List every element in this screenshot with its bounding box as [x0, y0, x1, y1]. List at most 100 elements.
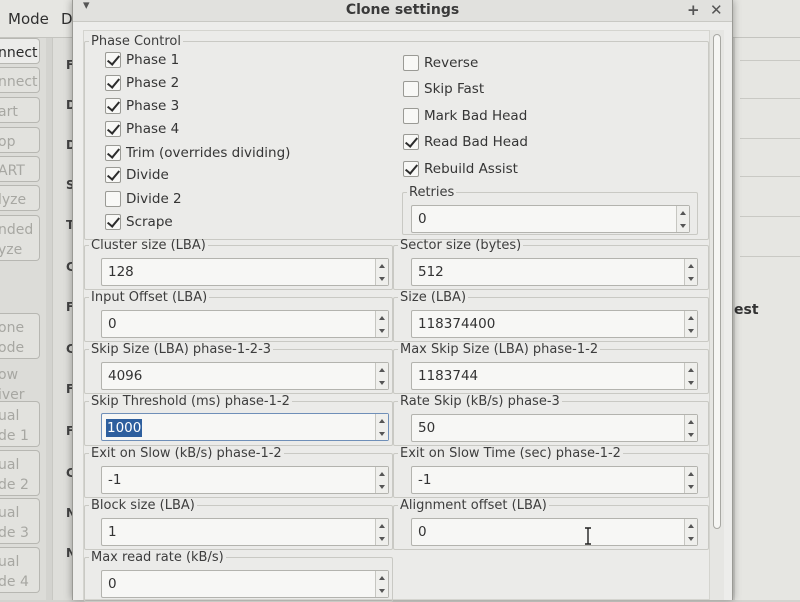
input-offset-input[interactable] [102, 311, 374, 337]
spin-down-button[interactable] [376, 376, 388, 389]
checkbox-box[interactable] [105, 75, 121, 91]
checkbox-box[interactable] [105, 98, 121, 114]
spin-up-button[interactable] [685, 363, 697, 376]
spin-down-button[interactable] [685, 532, 697, 545]
spin-down-button[interactable] [376, 272, 388, 285]
spin-up-button[interactable] [685, 519, 697, 532]
checkbox-box[interactable] [105, 214, 121, 230]
retries-spinbox[interactable] [411, 205, 690, 233]
size-spinbox[interactable] [411, 310, 698, 338]
extended-analyze-button[interactable]: nded yze [0, 215, 40, 261]
disconnect-button[interactable]: nnect [0, 67, 40, 93]
plus-icon[interactable]: + [687, 1, 700, 19]
spin-down-button[interactable] [685, 272, 697, 285]
mark-bad-head-checkbox[interactable]: Mark Bad Head [403, 106, 527, 126]
scrape-checkbox[interactable]: Scrape [105, 212, 173, 232]
dual-mode-2-button[interactable]: ual de 2 [0, 450, 40, 496]
skip-fast-checkbox[interactable]: Skip Fast [403, 79, 484, 99]
max-skip-size-input[interactable] [412, 363, 683, 389]
spin-up-button[interactable] [685, 415, 697, 428]
dual-mode-4-button[interactable]: ual de 4 [0, 547, 40, 593]
checkbox-box[interactable] [403, 161, 419, 177]
restart-button[interactable]: ART [0, 156, 40, 182]
spin-down-button[interactable] [376, 532, 388, 545]
block-size-spinbox[interactable] [101, 518, 389, 546]
exit-on-slow-input[interactable] [102, 467, 374, 493]
spin-up-button[interactable] [376, 414, 388, 427]
spin-up-button[interactable] [677, 206, 689, 219]
max-read-rate-input[interactable] [102, 571, 374, 597]
exit-on-slow-time-spinbox[interactable] [411, 466, 698, 494]
sector-size-spinbox[interactable] [411, 258, 698, 286]
checkbox-box[interactable] [403, 134, 419, 150]
rate-skip-spinbox[interactable] [411, 414, 698, 442]
skip-threshold-selected-text[interactable]: 1000 [106, 419, 142, 437]
spin-up-button[interactable] [376, 467, 388, 480]
phase-1-checkbox[interactable]: Phase 1 [105, 50, 179, 70]
stop-button[interactable]: op [0, 127, 40, 153]
dual-mode-3-button[interactable]: ual de 3 [0, 498, 40, 544]
dialog-titlebar[interactable]: ▾ Clone settings + ✕ [73, 0, 732, 22]
checkbox-box[interactable] [105, 167, 121, 183]
menu-mode[interactable]: Mode [8, 10, 49, 28]
phase-2-checkbox[interactable]: Phase 2 [105, 73, 179, 93]
read-bad-head-checkbox[interactable]: Read Bad Head [403, 132, 528, 152]
spin-down-button[interactable] [376, 584, 388, 597]
menu-partial-d[interactable]: D [61, 10, 73, 28]
skip-size-input[interactable] [102, 363, 374, 389]
checkbox-box[interactable] [403, 81, 419, 97]
skip-size-spinbox[interactable] [101, 362, 389, 390]
checkbox-box[interactable] [105, 121, 121, 137]
checkbox-box[interactable] [105, 145, 121, 161]
skip-threshold-spinbox[interactable]: 1000 [101, 413, 389, 441]
phase-3-checkbox[interactable]: Phase 3 [105, 96, 179, 116]
checkbox-box[interactable] [105, 52, 121, 68]
dialog-scrollbar[interactable] [710, 30, 724, 600]
connect-button[interactable]: nnect [0, 38, 40, 64]
checkbox-box[interactable] [403, 108, 419, 124]
checkbox-box[interactable] [105, 191, 121, 207]
retries-input[interactable] [412, 206, 675, 232]
analyze-button[interactable]: lyze [0, 185, 40, 211]
spin-down-button[interactable] [677, 219, 689, 232]
spin-up-button[interactable] [685, 259, 697, 272]
trim-checkbox[interactable]: Trim (overrides dividing) [105, 143, 290, 163]
max-read-rate-spinbox[interactable] [101, 570, 389, 598]
cluster-size-input[interactable] [102, 259, 374, 285]
spin-up-button[interactable] [685, 467, 697, 480]
max-skip-size-spinbox[interactable] [411, 362, 698, 390]
phase-4-checkbox[interactable]: Phase 4 [105, 119, 179, 139]
spin-up-button[interactable] [685, 311, 697, 324]
spin-up-button[interactable] [376, 519, 388, 532]
spin-down-button[interactable] [376, 427, 388, 440]
size-input[interactable] [412, 311, 683, 337]
divide-checkbox[interactable]: Divide [105, 165, 169, 185]
spin-down-button[interactable] [685, 428, 697, 441]
divide-2-checkbox[interactable]: Divide 2 [105, 189, 182, 209]
spin-down-button[interactable] [685, 324, 697, 337]
reverse-checkbox[interactable]: Reverse [403, 53, 478, 73]
spin-up-button[interactable] [376, 571, 388, 584]
start-button[interactable]: art [0, 97, 40, 123]
spin-up-button[interactable] [376, 259, 388, 272]
alignment-offset-spinbox[interactable] [411, 518, 698, 546]
sector-size-input[interactable] [412, 259, 683, 285]
cluster-size-spinbox[interactable] [101, 258, 389, 286]
alignment-offset-input[interactable] [412, 519, 683, 545]
dual-mode-1-button[interactable]: ual de 1 [0, 401, 40, 447]
close-icon[interactable]: ✕ [710, 1, 723, 19]
spin-down-button[interactable] [685, 376, 697, 389]
exit-on-slow-spinbox[interactable] [101, 466, 389, 494]
rebuild-assist-checkbox[interactable]: Rebuild Assist [403, 159, 518, 179]
spin-up-button[interactable] [376, 363, 388, 376]
spin-down-button[interactable] [685, 480, 697, 493]
rate-skip-input[interactable] [412, 415, 683, 441]
spin-down-button[interactable] [376, 480, 388, 493]
spin-down-button[interactable] [376, 324, 388, 337]
checkbox-box[interactable] [403, 55, 419, 71]
clone-mode-button[interactable]: one ode [0, 313, 40, 359]
slow-driver-button[interactable]: ow iver [0, 361, 40, 399]
exit-on-slow-time-input[interactable] [412, 467, 683, 493]
input-offset-spinbox[interactable] [101, 310, 389, 338]
spin-up-button[interactable] [376, 311, 388, 324]
